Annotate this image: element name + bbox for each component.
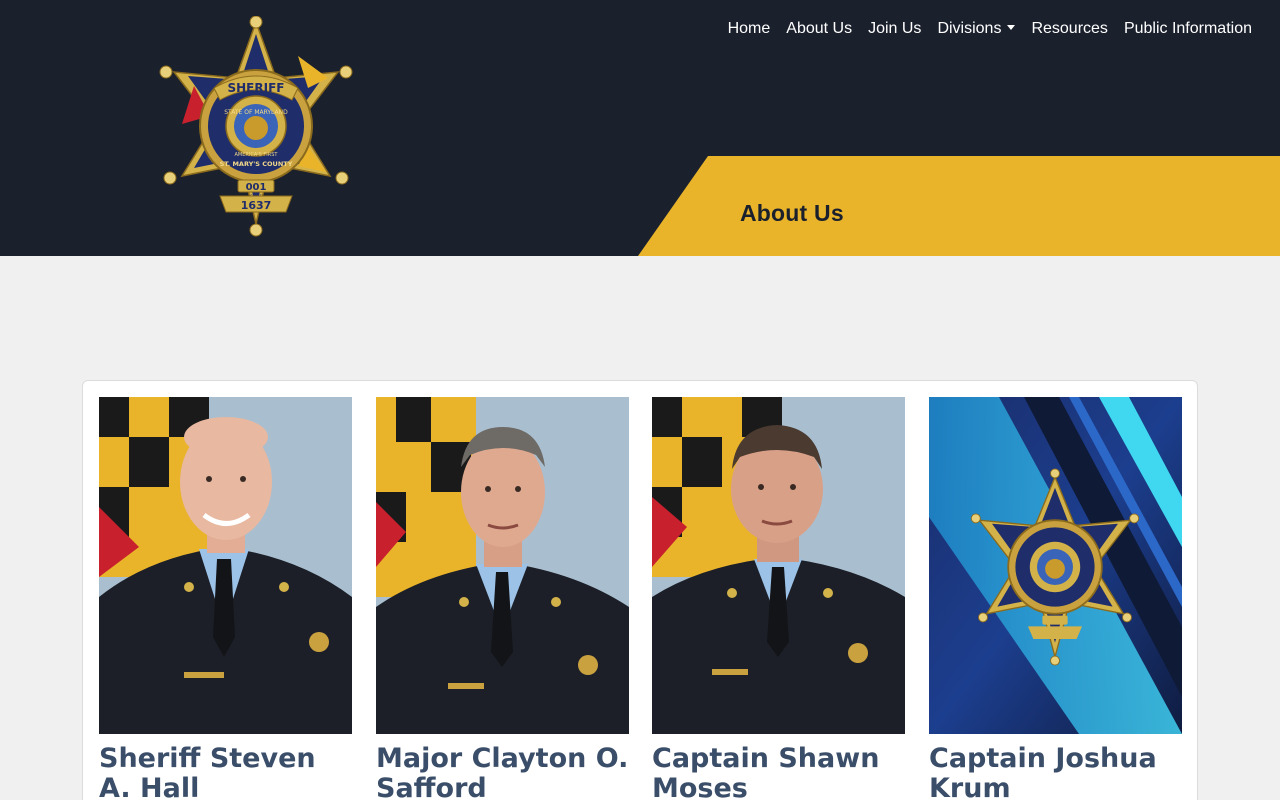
person-card[interactable]: Major Clayton O. Safford: [376, 397, 629, 800]
person-name: Sheriff Steven A. Hall: [99, 743, 316, 800]
person-card[interactable]: Sheriff Steven A. Hall: [99, 397, 352, 800]
badge-ring-text: STATE OF MARYLAND: [224, 109, 288, 116]
badge-year: 1637: [241, 199, 272, 212]
badge-number: 001: [246, 182, 267, 193]
site-header: SHERIFF STATE OF MARYLAND ST. MARY'S COU…: [0, 0, 1280, 256]
nav-resources[interactable]: Resources: [1023, 18, 1115, 40]
nav-join-us[interactable]: Join Us: [860, 18, 929, 40]
placeholder-badge-image: [929, 397, 1182, 734]
page-title-banner: About Us: [638, 156, 1280, 256]
portrait-photo: [652, 397, 905, 734]
person-name: Captain Shawn Moses: [652, 743, 880, 800]
portrait-photo: [99, 397, 352, 734]
page-title: About Us: [740, 200, 844, 226]
nav-home[interactable]: Home: [720, 18, 779, 40]
sheriff-badge-logo[interactable]: SHERIFF STATE OF MARYLAND ST. MARY'S COU…: [158, 15, 354, 238]
nav-about-us[interactable]: About Us: [778, 18, 860, 40]
caret-down-icon: [1007, 25, 1016, 31]
nav-divisions[interactable]: Divisions: [929, 18, 1023, 40]
person-card[interactable]: Captain Shawn Moses: [652, 397, 905, 800]
badge-county-text: ST. MARY'S COUNTY: [220, 160, 293, 168]
badge-motto: AMERICA'S FIRST: [235, 152, 279, 158]
person-name: Captain Joshua Krum: [929, 743, 1157, 800]
person-name: Major Clayton O. Safford: [376, 743, 629, 800]
person-card[interactable]: Captain Joshua Krum: [929, 397, 1182, 800]
nav-divisions-label: Divisions: [937, 20, 1002, 37]
nav-public-information[interactable]: Public Information: [1116, 18, 1260, 40]
portrait-photo: [376, 397, 629, 734]
banner-shape: [638, 156, 1280, 256]
leadership-card: Sheriff Steven A. Hall Major Clayton O. …: [82, 380, 1198, 800]
main-nav: Home About Us Join Us Divisions Resource…: [720, 18, 1260, 40]
badge-top-text: SHERIFF: [228, 81, 285, 95]
sheriff-star-badge-icon: SHERIFF STATE OF MARYLAND ST. MARY'S COU…: [159, 15, 353, 237]
